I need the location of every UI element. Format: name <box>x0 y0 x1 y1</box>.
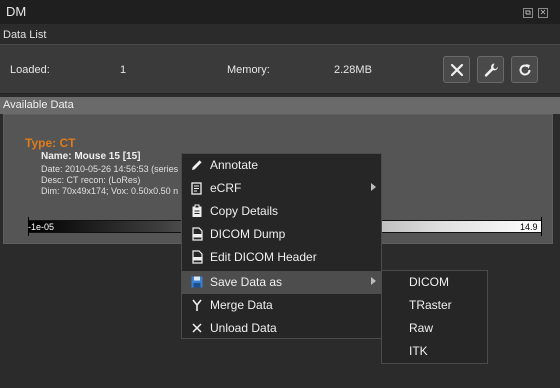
submenu-item-dicom[interactable]: DICOM <box>382 271 487 294</box>
loaded-value: 1 <box>120 64 127 76</box>
data-dim-label: Dim: 70x49x174; Vox: 0.50x0.50 n <box>41 186 179 196</box>
loaded-panel: Loaded: 1 Memory: 2.28MB <box>0 44 560 94</box>
gradient-max-tick <box>541 217 542 236</box>
refresh-icon <box>519 64 531 76</box>
clear-button[interactable] <box>443 56 470 83</box>
submenu-arrow-icon <box>371 277 376 285</box>
data-desc-label: Desc: CT recon: (LoRes) <box>41 175 141 185</box>
window-titlebar: DM ⧉ ✕ <box>0 0 560 24</box>
clipboard-icon <box>192 204 202 217</box>
menu-item-edit-dicom-header[interactable]: Edit DICOM Header <box>182 246 381 269</box>
window-title: DM <box>6 4 27 19</box>
menu-item-unload-data[interactable]: Unload Data <box>182 317 381 340</box>
pencil-icon <box>192 160 202 170</box>
dicom-file-icon <box>192 250 203 264</box>
submenu-item-itk[interactable]: ITK <box>382 340 487 363</box>
menu-item-copy-details[interactable]: Copy Details <box>182 200 381 223</box>
refresh-button[interactable] <box>511 56 538 83</box>
restore-icon[interactable]: ⧉ <box>523 8 533 18</box>
data-name-label: Name: Mouse 15 [15] <box>41 151 141 162</box>
document-icon <box>191 182 202 195</box>
data-date-label: Date: 2010-05-26 14:56:53 (series <box>41 164 179 174</box>
menu-item-annotate[interactable]: Annotate <box>182 154 381 177</box>
gradient-min-label: -1e-05 <box>28 222 55 232</box>
menu-item-save-data-as[interactable]: Save Data as <box>182 271 381 294</box>
data-list-label: Data List <box>3 29 47 41</box>
save-data-as-submenu: DICOM TRaster Raw ITK <box>381 270 488 364</box>
submenu-item-traster[interactable]: TRaster <box>382 294 487 317</box>
merge-icon <box>192 299 202 311</box>
available-data-header: Available Data <box>0 97 560 114</box>
available-data-label: Available Data <box>3 99 74 111</box>
loaded-label: Loaded: <box>10 64 50 76</box>
data-type-label: Type: CT <box>25 136 76 150</box>
close-icon <box>450 63 464 77</box>
menu-item-merge-data[interactable]: Merge Data <box>182 294 381 317</box>
wrench-icon <box>484 63 498 77</box>
x-icon <box>192 323 202 333</box>
menu-item-dicom-dump[interactable]: DICOM Dump <box>182 223 381 246</box>
memory-label: Memory: <box>227 64 270 76</box>
gradient-max-label: 14.9 <box>520 222 538 232</box>
submenu-arrow-icon <box>371 183 376 191</box>
context-menu: Annotate eCRF Copy Details DICOM Dump Ed… <box>181 153 382 339</box>
submenu-item-raw[interactable]: Raw <box>382 317 487 340</box>
menu-item-ecrf[interactable]: eCRF <box>182 177 381 200</box>
dicom-file-icon <box>192 227 203 241</box>
memory-value: 2.28MB <box>334 64 372 76</box>
floppy-disk-icon <box>191 276 203 288</box>
settings-button[interactable] <box>477 56 504 83</box>
close-icon[interactable]: ✕ <box>538 8 548 18</box>
